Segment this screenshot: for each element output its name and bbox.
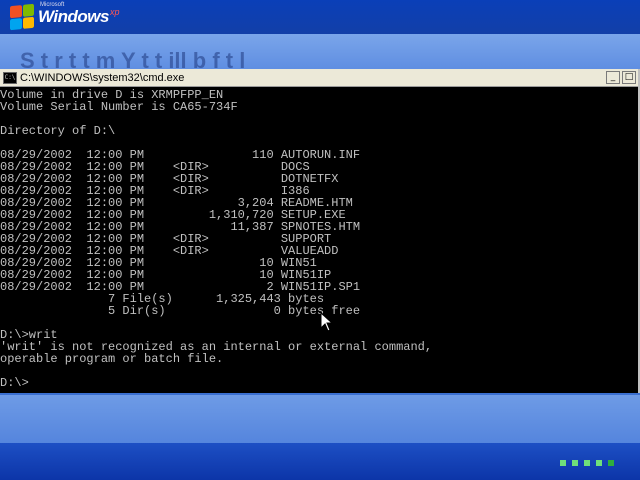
cmd-app-icon[interactable]: C:\ xyxy=(3,71,17,84)
cmd-titlebar[interactable]: C:\ C:\WINDOWS\system32\cmd.exe _ □ xyxy=(0,69,638,87)
setup-footer-band xyxy=(0,443,640,480)
console-line: D:\> xyxy=(0,376,29,390)
setup-progress-indicator xyxy=(560,460,614,466)
progress-dot xyxy=(584,460,590,466)
windows-xp-logo: Microsoft Windowsxp xyxy=(10,2,120,31)
minimize-button[interactable]: _ xyxy=(606,71,620,84)
progress-dot xyxy=(572,460,578,466)
setup-lower-band xyxy=(0,395,640,443)
windows-flag-icon xyxy=(10,3,34,31)
window-title: C:\WINDOWS\system32\cmd.exe xyxy=(20,71,185,84)
console-line: 5 Dir(s) 0 bytes free xyxy=(0,304,361,318)
cmd-window[interactable]: C:\ C:\WINDOWS\system32\cmd.exe _ □ Volu… xyxy=(0,69,640,393)
progress-dot xyxy=(560,460,566,466)
setup-header-band: Microsoft Windowsxp xyxy=(0,0,640,34)
logo-xp-text: xp xyxy=(109,7,120,17)
logo-microsoft-text: Microsoft xyxy=(40,2,65,8)
console-line: operable program or batch file. xyxy=(0,352,224,366)
console-line: Directory of D:\ xyxy=(0,124,116,138)
progress-dot xyxy=(608,460,614,466)
progress-dot xyxy=(596,460,602,466)
maximize-button[interactable]: □ xyxy=(622,71,636,84)
console-line: Volume Serial Number is CA65-734F xyxy=(0,100,238,114)
mouse-pointer-icon xyxy=(320,312,334,332)
logo-windows-text: Windows xyxy=(38,7,109,26)
console-output[interactable]: Volume in drive D is XRMPFPP_EN Volume Se… xyxy=(0,89,638,391)
